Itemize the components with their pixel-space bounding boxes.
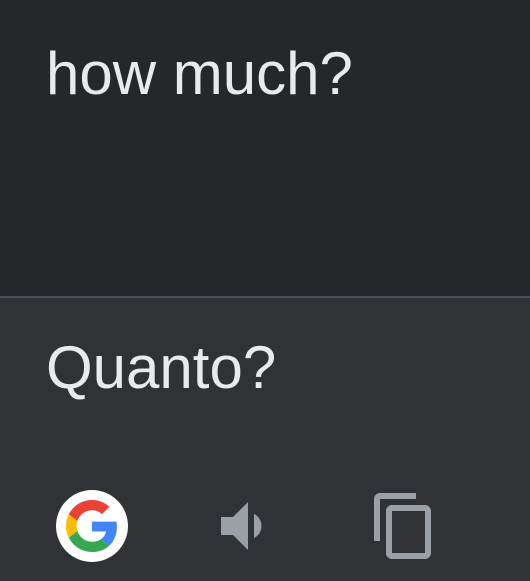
speaker-icon <box>221 502 262 550</box>
google-g-icon <box>66 500 117 552</box>
google-search-button[interactable] <box>56 490 128 562</box>
translation-panel: Quanto? <box>0 298 530 581</box>
translation-card: how much? Quanto? <box>0 0 530 581</box>
source-text[interactable]: how much? <box>46 38 353 110</box>
source-panel: how much? <box>0 0 530 296</box>
copy-icon <box>374 493 431 559</box>
listen-button[interactable] <box>210 488 286 564</box>
copy-button[interactable] <box>366 488 442 564</box>
action-bar <box>0 488 530 568</box>
translation-text[interactable]: Quanto? <box>46 332 276 404</box>
